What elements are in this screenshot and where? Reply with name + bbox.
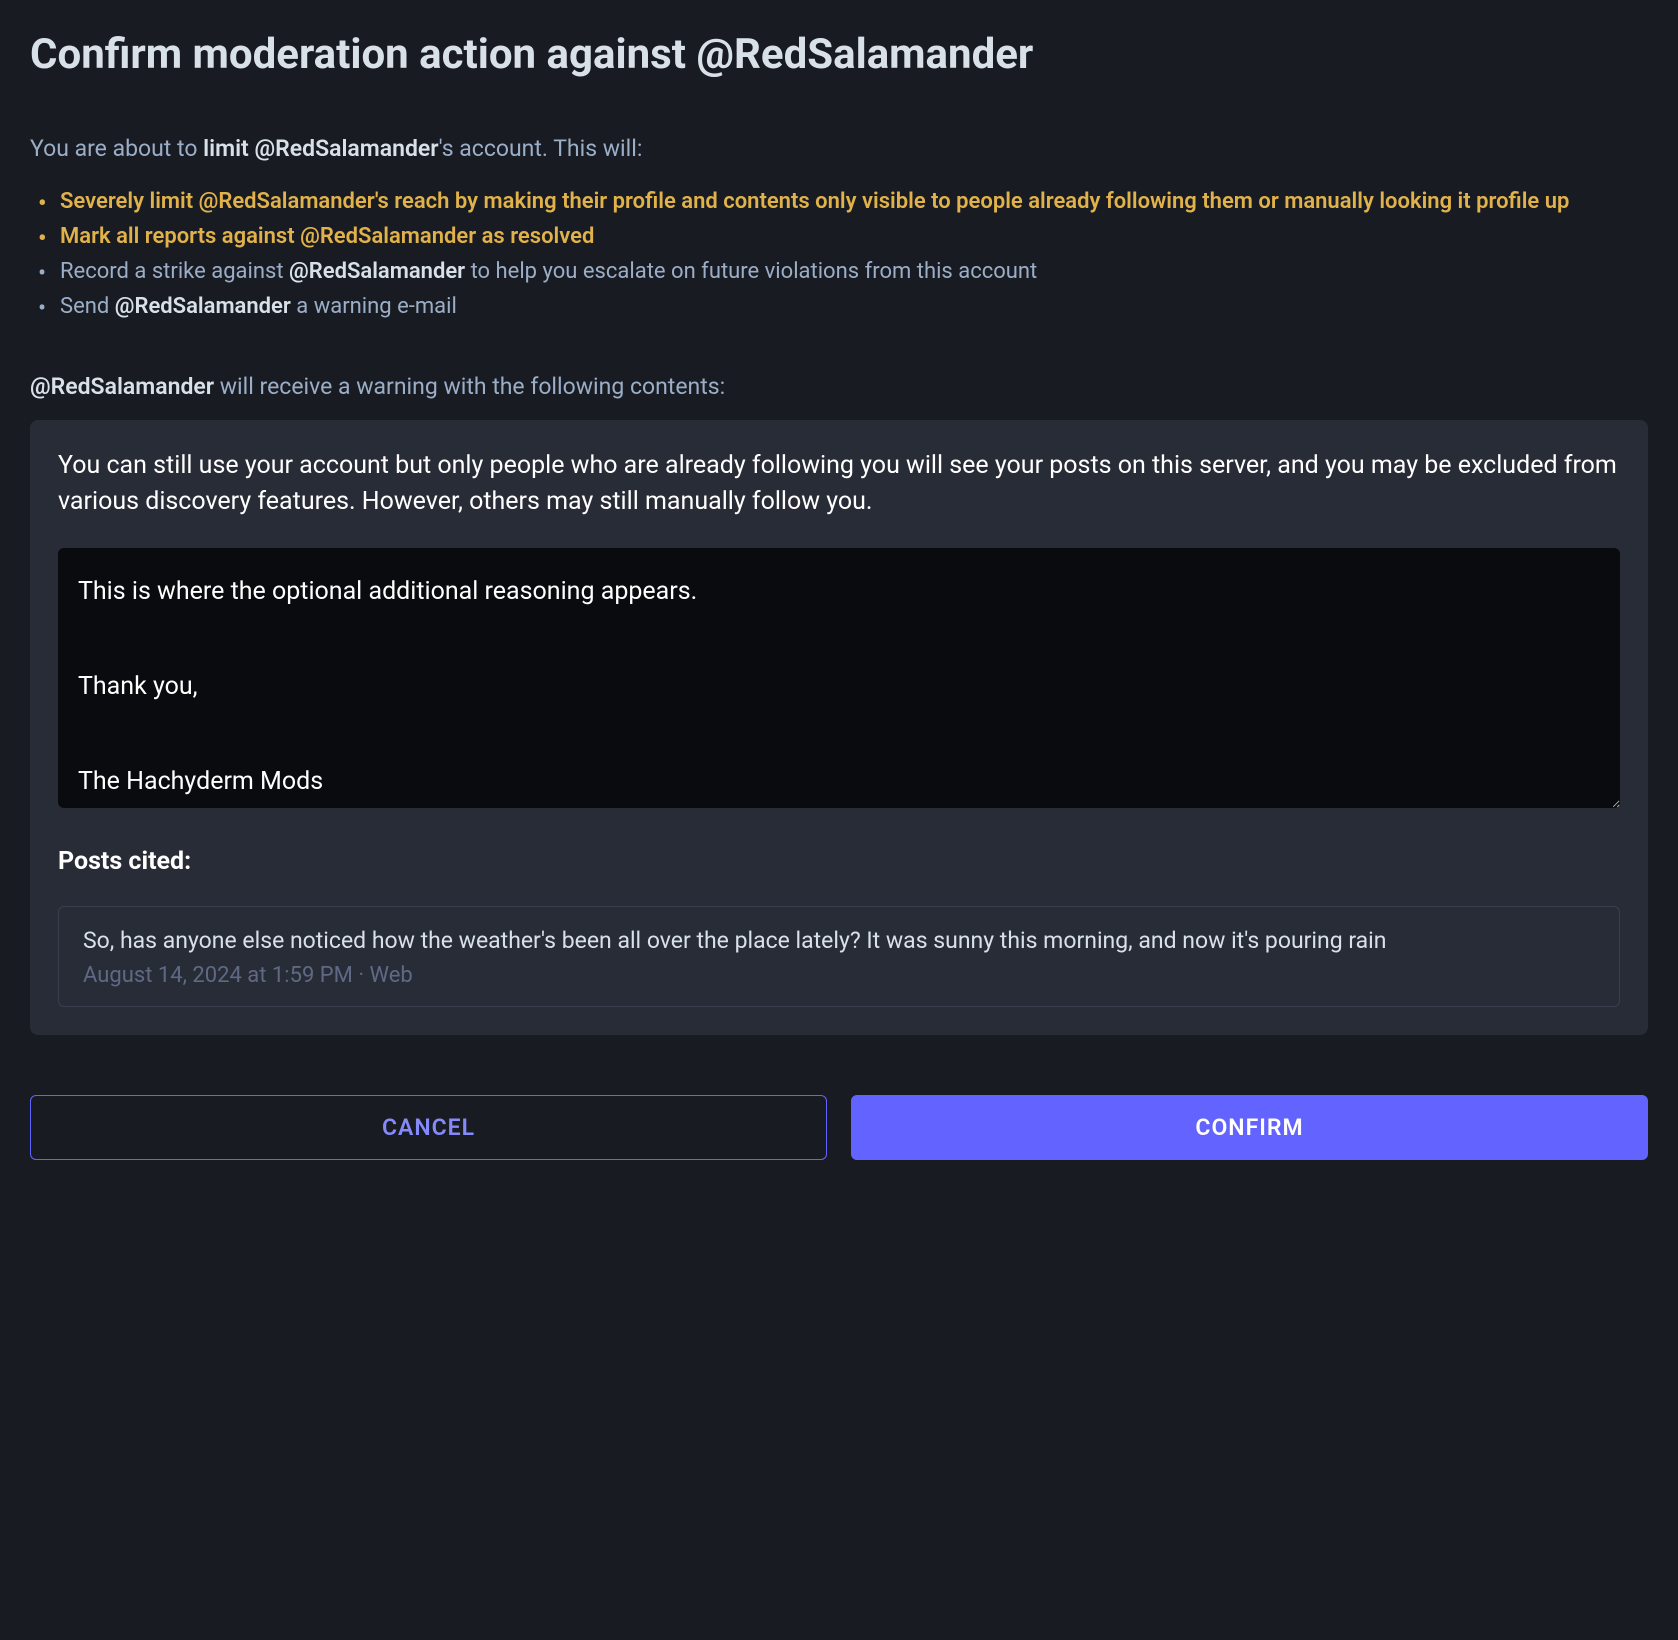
title-handle: @RedSalamander (696, 30, 1033, 79)
action-buttons: CANCEL CONFIRM (30, 1095, 1648, 1160)
intro-handle: @RedSalamander (255, 135, 439, 162)
effect-text: a warning e-mail (291, 294, 457, 319)
effect-text: to help you escalate on future violation… (465, 259, 1037, 284)
warning-intro: @RedSalamander will receive a warning wi… (30, 373, 1648, 400)
effect-item: Severely limit @RedSalamander's reach by… (60, 187, 1648, 218)
effect-item: Mark all reports against @RedSalamander … (60, 222, 1648, 253)
title-prefix: Confirm moderation action against (30, 30, 696, 79)
warning-box: You can still use your account but only … (30, 420, 1648, 1036)
effect-item: Record a strike against @RedSalamander t… (60, 257, 1648, 288)
reasoning-textarea[interactable] (58, 548, 1620, 808)
cited-post: So, has anyone else noticed how the weat… (58, 906, 1620, 1007)
effect-text: Send (60, 294, 115, 319)
page-title: Confirm moderation action against @RedSa… (30, 30, 1648, 80)
cited-post-meta: August 14, 2024 at 1:59 PM · Web (83, 963, 1595, 988)
cited-post-content: So, has anyone else noticed how the weat… (83, 925, 1595, 957)
effects-list: Severely limit @RedSalamander's reach by… (30, 187, 1648, 322)
confirm-button[interactable]: CONFIRM (851, 1095, 1648, 1160)
warning-intro-suffix: will receive a warning with the followin… (214, 373, 725, 400)
warning-intro-handle: @RedSalamander (30, 373, 214, 400)
cancel-button[interactable]: CANCEL (30, 1095, 827, 1160)
intro-text: You are about to limit @RedSalamander's … (30, 135, 1648, 162)
posts-cited-heading: Posts cited: (58, 847, 1620, 876)
warning-description: You can still use your account but only … (58, 448, 1620, 521)
effect-item: Send @RedSalamander a warning e-mail (60, 292, 1648, 323)
effect-bold: @RedSalamander (289, 259, 465, 284)
effect-text: Record a strike against (60, 259, 289, 284)
intro-suffix: 's account. This will: (439, 135, 643, 162)
effect-bold: @RedSalamander (115, 294, 291, 319)
intro-before: You are about to (30, 135, 203, 162)
intro-action: limit (203, 135, 254, 162)
